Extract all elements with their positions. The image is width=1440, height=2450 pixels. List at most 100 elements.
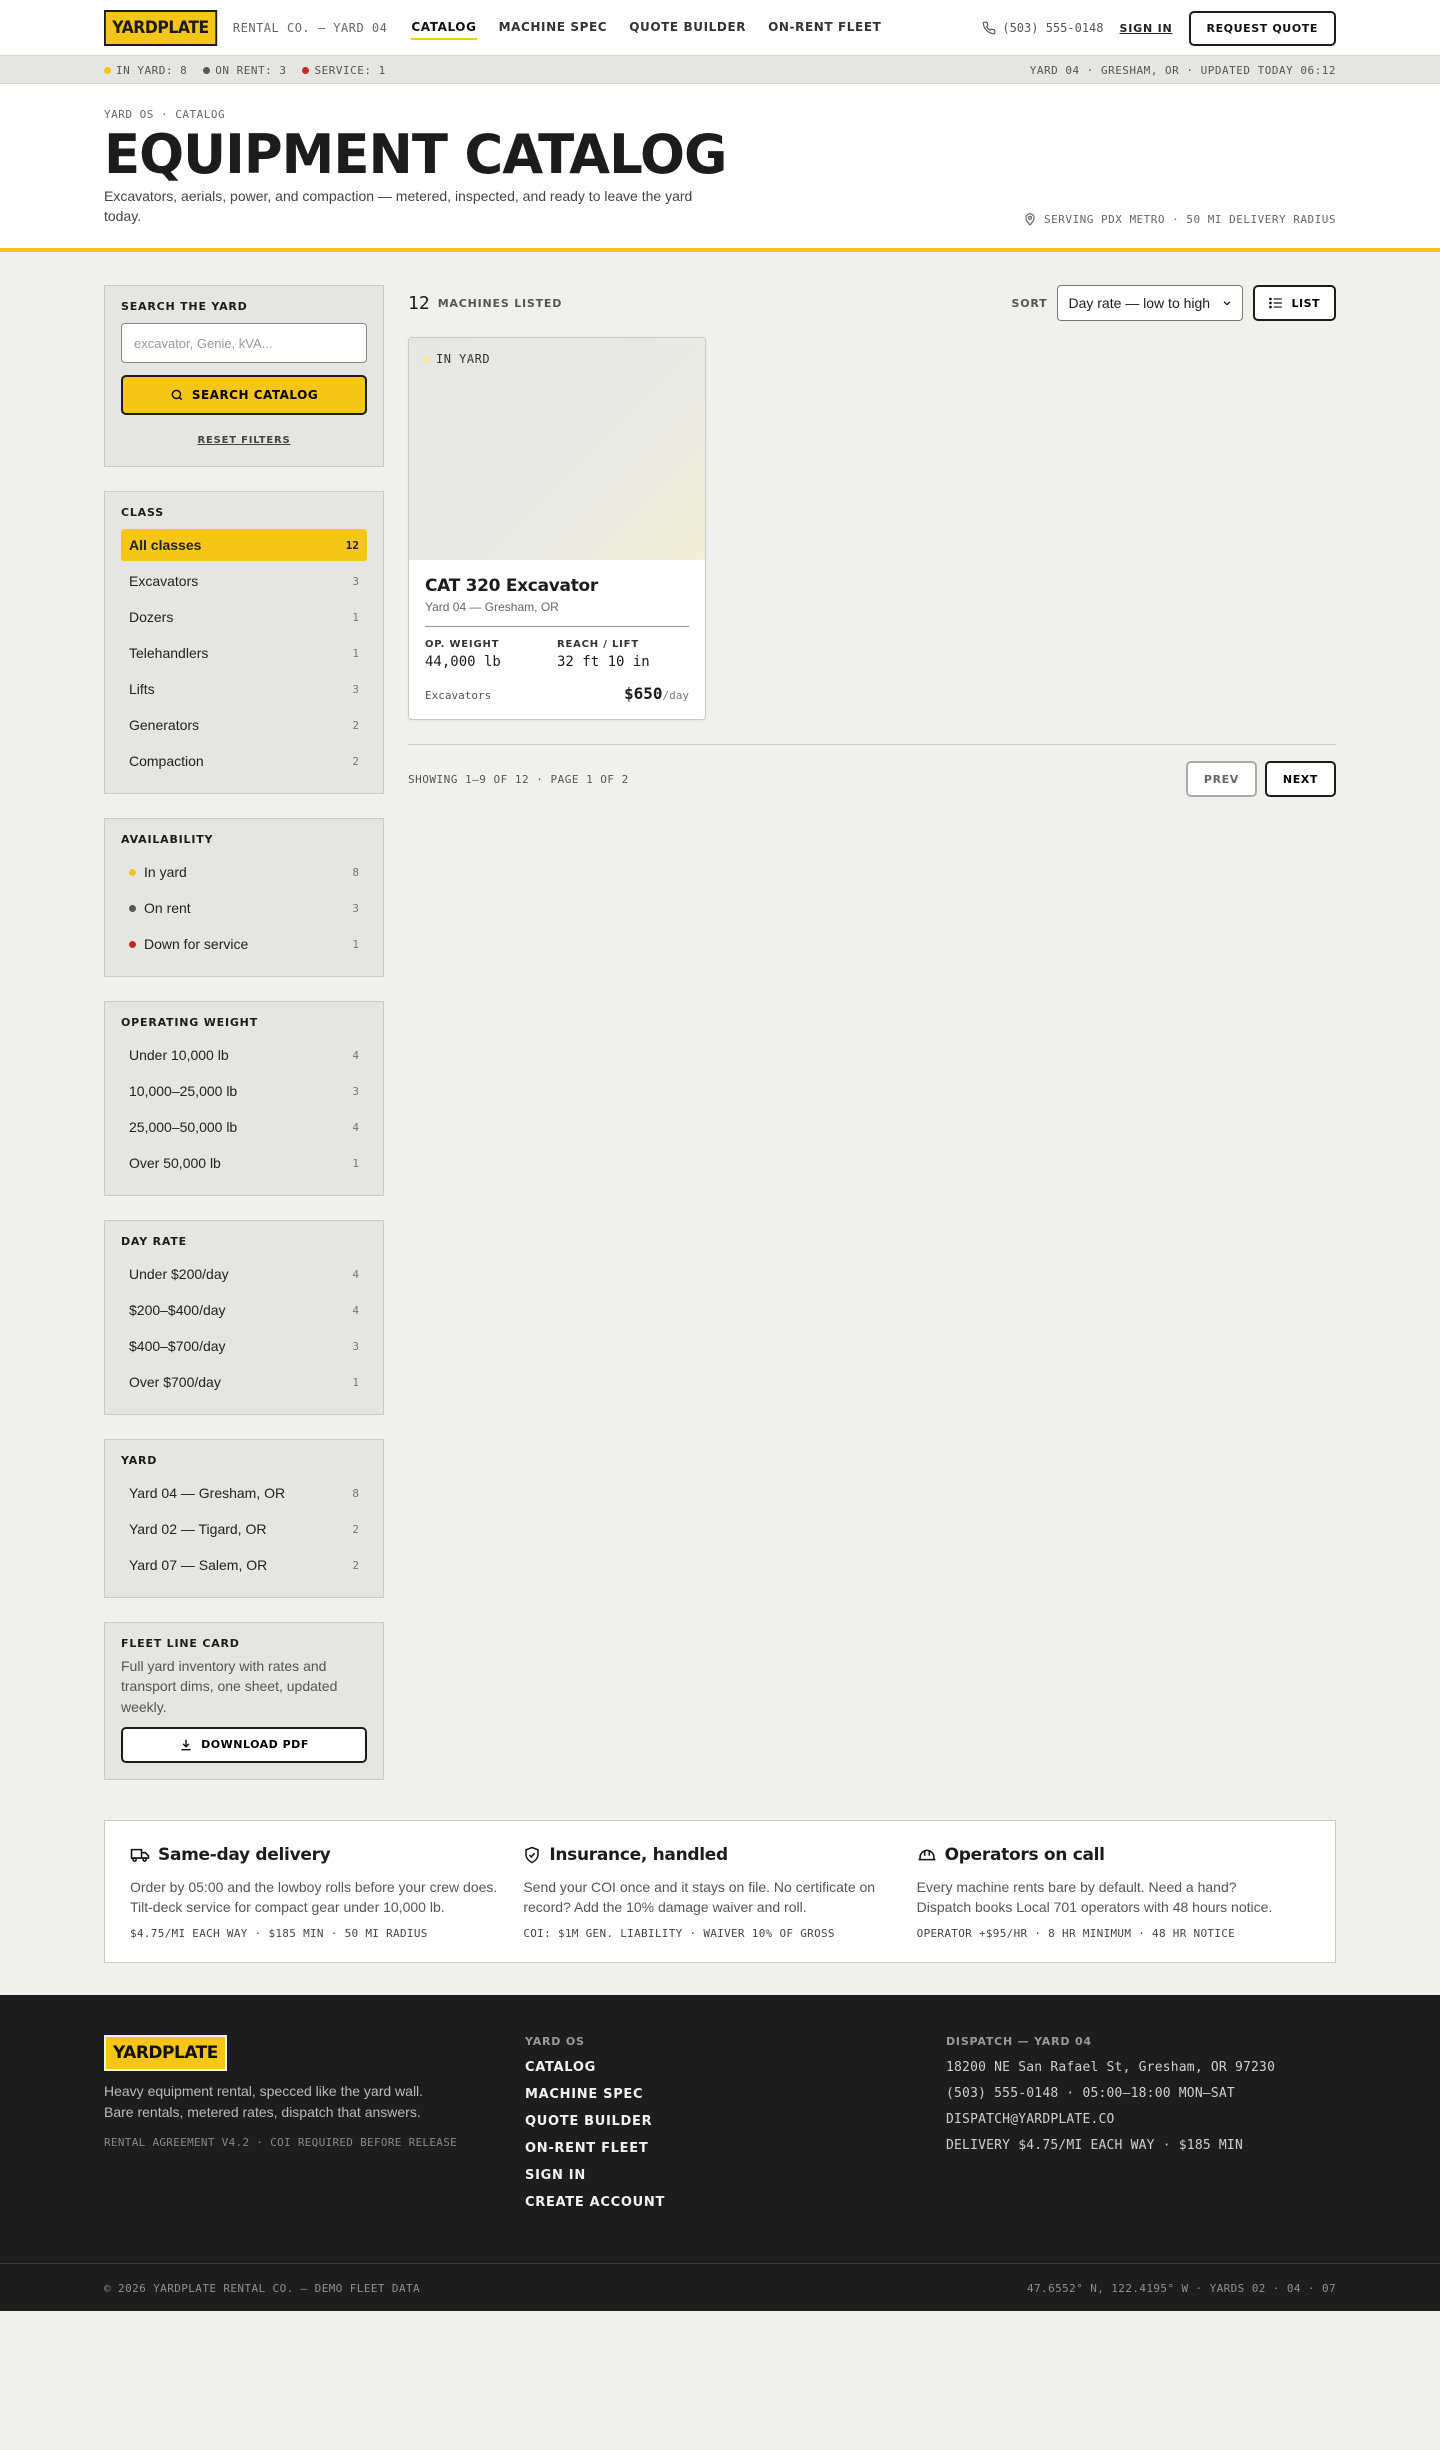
search-heading: SEARCH THE YARD: [121, 300, 248, 313]
phone-icon: [982, 21, 996, 35]
class-filter-panel: CLASS All classes 12 Excavators 3 Dozers 1 …: [104, 491, 384, 794]
footer-link-machine-spec[interactable]: MACHINE SPEC: [525, 2087, 946, 2102]
sort-select[interactable]: Day rate — low to high: [1057, 285, 1244, 321]
feature-operators: Operators on call Every machine rents ba…: [917, 1845, 1310, 1941]
service-area: SERVING PDX METRO · 50 MI DELIVERY RADIU…: [1023, 212, 1336, 226]
filter-weight-over-50k[interactable]: Over 50,000 lb 1: [121, 1147, 367, 1179]
filter-sidebar: SEARCH THE YARD excavator, Genie, kVA...…: [104, 285, 384, 1804]
pagination: SHOWING 1–9 OF 12 · PAGE 1 OF 2 PREV NEX…: [408, 744, 1336, 797]
service-dot-icon: [129, 940, 136, 948]
top-nav: YARDPLATE RENTAL CO. — YARD 04 CATALOG M…: [0, 0, 1440, 56]
search-input[interactable]: excavator, Genie, kVA...: [121, 323, 367, 363]
list-view-button[interactable]: LIST: [1253, 285, 1336, 321]
day-rate-price: $650: [623, 684, 663, 703]
sign-in-link[interactable]: SIGN IN: [1120, 22, 1173, 35]
status-service: SERVICE: 1: [302, 64, 385, 77]
filter-rate-under-200[interactable]: Under $200/day 4: [121, 1258, 367, 1290]
nav-link-catalog[interactable]: CATALOG: [411, 16, 477, 40]
filter-rate-over-700[interactable]: Over $700/day 1: [121, 1366, 367, 1398]
download-icon: [179, 1738, 193, 1752]
footer-description: Heavy equipment rental, specced like the…: [104, 2083, 424, 2120]
prev-page-button[interactable]: PREV: [1185, 761, 1257, 797]
equipment-specs: OP. WEIGHT 44,000 lb REACH / LIFT 32 ft …: [425, 639, 689, 670]
equipment-location: Yard 04 — Gresham, OR: [425, 600, 689, 627]
spec-reach-value: 32 ft 10 in: [557, 654, 650, 670]
feature-operators-title: Operators on call: [944, 1844, 1105, 1865]
filter-availability-on-rent[interactable]: On rent 3: [121, 892, 367, 924]
footer-copyright: © 2026 YARDPLATE RENTAL CO. — DEMO FLEET…: [104, 2281, 421, 2295]
truck-icon: [130, 1846, 150, 1864]
results-count: 12: [408, 292, 430, 314]
filter-class-generators[interactable]: Generators 2: [121, 709, 367, 741]
filter-class-all[interactable]: All classes 12: [121, 529, 367, 561]
sort-label: SORT: [1011, 296, 1048, 310]
filter-rate-400-700[interactable]: $400–$700/day 3: [121, 1330, 367, 1362]
availability-badge: IN YARD: [423, 352, 490, 366]
filter-yard-04[interactable]: Yard 04 — Gresham, OR 8: [121, 1477, 367, 1509]
filter-yard-02[interactable]: Yard 02 — Tigard, OR 2: [121, 1513, 367, 1545]
reset-filters-link[interactable]: RESET FILTERS: [121, 435, 367, 446]
footer-delivery-rate: DELIVERY $4.75/MI EACH WAY · $185 MIN: [946, 2138, 1243, 2154]
brand-logo[interactable]: YARDPLATE: [104, 10, 218, 46]
feature-delivery-text: Order by 05:00 and the lowboy rolls befo…: [130, 1878, 498, 1916]
equipment-title[interactable]: CAT 320 Excavator: [425, 576, 689, 596]
request-quote-button[interactable]: REQUEST QUOTE: [1188, 10, 1336, 46]
rate-filter-heading: DAY RATE: [121, 1235, 187, 1248]
filter-class-dozers[interactable]: Dozers 1: [121, 601, 367, 633]
footer-logo[interactable]: YARDPLATE: [104, 2035, 227, 2072]
spec-reach-label: REACH / LIFT: [557, 639, 639, 650]
availability-filter-panel: AVAILABILITY In yard 8 On rent 3 Down for …: [104, 818, 384, 977]
page-lede: Excavators, aerials, power, and compacti…: [104, 187, 693, 224]
filter-availability-service[interactable]: Down for service 1: [121, 928, 367, 960]
weight-filter-heading: OPERATING WEIGHT: [121, 1016, 258, 1029]
filter-yard-07[interactable]: Yard 07 — Salem, OR 2: [121, 1549, 367, 1581]
search-panel: SEARCH THE YARD excavator, Genie, kVA...…: [104, 285, 384, 467]
footer-link-catalog[interactable]: CATALOG: [525, 2060, 946, 2075]
equipment-card[interactable]: IN YARD CAT 320 Excavator Yard 04 — Gres…: [408, 337, 706, 720]
footer-link-quote-builder[interactable]: QUOTE BUILDER: [525, 2114, 946, 2129]
footer-address: 18200 NE San Rafael St, Gresham, OR 9723…: [946, 2060, 1276, 2076]
footer-link-sign-in[interactable]: SIGN IN: [525, 2168, 946, 2183]
nav-link-on-rent-fleet[interactable]: ON-RENT FLEET: [768, 16, 881, 40]
status-strip: IN YARD: 8 ON RENT: 3 SERVICE: 1 YARD 04…: [0, 56, 1440, 84]
filter-weight-under-10k[interactable]: Under 10,000 lb 4: [121, 1039, 367, 1071]
class-filter-heading: CLASS: [121, 506, 164, 519]
filter-class-lifts[interactable]: Lifts 3: [121, 673, 367, 705]
in-yard-dot-icon: [104, 66, 111, 74]
footer-dispatch-heading: DISPATCH — YARD 04: [946, 2035, 1092, 2049]
filter-class-compaction[interactable]: Compaction 2: [121, 745, 367, 777]
results-toolbar: 12 MACHINES LISTED SORT Day rate — low t…: [408, 285, 1336, 321]
feature-insurance-meta: COI: $1M GEN. LIABILITY · WAIVER 10% OF …: [523, 1927, 835, 1941]
footer-phone-hours[interactable]: (503) 555-0148 · 05:00–18:00 MON–SAT: [946, 2086, 1275, 2101]
footer-link-create-account[interactable]: CREATE ACCOUNT: [525, 2195, 946, 2210]
filter-class-excavators[interactable]: Excavators 3: [121, 565, 367, 597]
breadcrumb: YARD OS · CATALOG: [104, 108, 226, 121]
nav-link-quote-builder[interactable]: QUOTE BUILDER: [629, 16, 746, 40]
footer-link-on-rent-fleet[interactable]: ON-RENT FLEET: [525, 2141, 946, 2156]
phone-link[interactable]: (503) 555-0148: [982, 21, 1104, 35]
nav-link-machine-spec[interactable]: MACHINE SPEC: [499, 16, 608, 40]
map-pin-icon: [1023, 212, 1037, 226]
shield-icon: [523, 1846, 541, 1864]
filter-weight-10k-25k[interactable]: 10,000–25,000 lb 3: [121, 1075, 367, 1107]
search-catalog-button[interactable]: SEARCH CATALOG: [121, 375, 367, 415]
service-features: Same-day delivery Order by 05:00 and the…: [104, 1819, 1336, 1964]
footer-email[interactable]: DISPATCH@YARDPLATE.CO: [946, 2112, 1275, 2127]
filter-availability-in-yard[interactable]: In yard 8: [121, 856, 367, 888]
footer-legal: RENTAL AGREEMENT V4.2 · COI REQUIRED BEF…: [104, 2136, 458, 2150]
next-page-button[interactable]: NEXT: [1264, 761, 1336, 797]
line-card-heading: FLEET LINE CARD: [121, 1637, 240, 1650]
footer-bottom-bar: © 2026 YARDPLATE RENTAL CO. — DEMO FLEET…: [0, 2263, 1440, 2311]
pagination-info: SHOWING 1–9 OF 12 · PAGE 1 OF 2: [408, 772, 629, 786]
filter-weight-25k-50k[interactable]: 25,000–50,000 lb 4: [121, 1111, 367, 1143]
service-dot-icon: [302, 66, 310, 74]
in-yard-dot-icon: [423, 355, 430, 363]
filter-class-telehandlers[interactable]: Telehandlers 1: [121, 637, 367, 669]
filter-rate-200-400[interactable]: $200–$400/day 4: [121, 1294, 367, 1326]
download-pdf-button[interactable]: DOWNLOAD PDF: [121, 1726, 367, 1763]
feature-delivery-meta: $4.75/MI EACH WAY · $185 MIN · 50 MI RAD…: [130, 1927, 428, 1941]
site-footer: YARDPLATE Heavy equipment rental, specce…: [0, 1995, 1440, 2312]
page-title: EQUIPMENT CATALOG: [104, 123, 727, 186]
footer-coordinates: 47.6552° N, 122.4195° W · YARDS 02 · 04 …: [1027, 2281, 1336, 2295]
feature-operators-text: Every machine rents bare by default. Nee…: [916, 1878, 1273, 1916]
